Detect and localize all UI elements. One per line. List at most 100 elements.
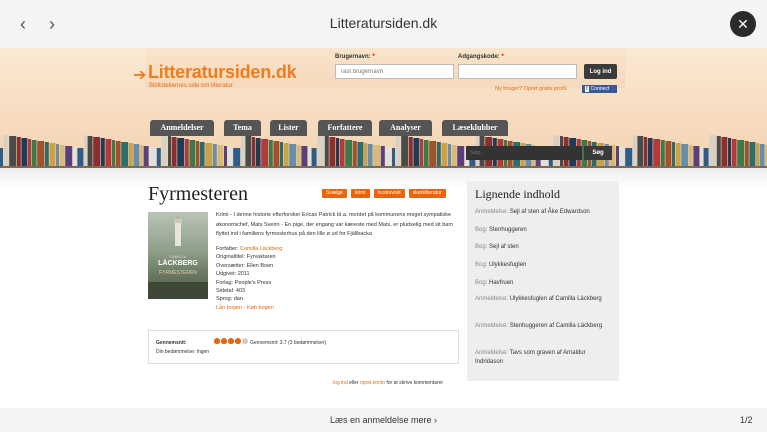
buy-link[interactable]: Køb bogen [247, 305, 274, 311]
tab-1[interactable]: Tema [224, 120, 261, 136]
rating-stars[interactable] [214, 338, 248, 344]
related-item[interactable]: Anmeldelse: Stenhuggeren af Camilla Läck… [475, 322, 613, 331]
star-icon[interactable] [242, 338, 248, 344]
related-item-kind: Bog: [475, 280, 488, 286]
related-item-title: Ulykkesfuglen af Camilla Läckberg [509, 296, 602, 302]
meta-row: Originaltitel: Fyrvaktaren [216, 253, 282, 261]
cover-author: LÄCKBERG [158, 260, 198, 267]
star-icon[interactable] [214, 338, 220, 344]
create-account-link[interactable]: opret konto [360, 380, 385, 386]
password-input[interactable] [458, 64, 577, 79]
star-icon[interactable] [235, 338, 241, 344]
related-item-kind: Bog: [475, 262, 488, 268]
meta-row: Oversætter: Ellen Boen [216, 262, 282, 270]
login-link[interactable]: log ind [333, 380, 348, 386]
site-logo[interactable]: Litteratursiden.dk [148, 62, 297, 83]
meta-row: Sprog: dan [216, 295, 282, 303]
facebook-connect-button[interactable]: f Connect [582, 85, 617, 93]
viewer-top-bar: ‹ › Litteratursiden.dk ✕ [0, 0, 767, 48]
related-item[interactable]: Bog: Havfruen [475, 279, 613, 288]
related-item-kind: Anmeldelse: [475, 296, 509, 302]
tab-0[interactable]: Anmeldelser [150, 120, 214, 136]
tab-4[interactable]: Analyser [379, 120, 432, 136]
borrow-link[interactable]: Lån bogen [216, 305, 242, 311]
app-root: ‹ › Litteratursiden.dk ✕ ➔ Litteratursid… [0, 0, 767, 432]
related-item[interactable]: Anmeldelse: Ulykkesfuglen af Camilla Läc… [475, 295, 613, 304]
meta-row: Sidetal: 403 [216, 287, 282, 295]
meta-row: Forfatter: Camilla Läckberg [216, 245, 282, 253]
related-item[interactable]: Bog: Sejl af sten [475, 243, 613, 252]
related-item[interactable]: Anmeldelse: Tavs som graven af Arnaldur … [475, 349, 613, 367]
meta-label: Forfatter: [216, 246, 239, 252]
meta-row: Forlag: People's Press [216, 279, 282, 287]
book-meta: Forfatter: Camilla Läckberg Originaltitel… [216, 245, 282, 312]
close-icon[interactable]: ✕ [730, 11, 756, 37]
meta-row: Udgivet: 2011 [216, 270, 282, 278]
tab-5[interactable]: Læseklubber [442, 120, 508, 136]
sidebar-title: Lignende indhold [475, 187, 560, 201]
meta-value: 403 [235, 288, 246, 295]
rating-box: Gennemsnit: Gennemsnit: 3.7 (3 bedømmels… [148, 330, 459, 364]
rating-label: Gennemsnit: [156, 340, 187, 346]
related-item-kind: Anmeldelse: [475, 323, 509, 329]
book-cover[interactable]: CAMILLA LÄCKBERG FYRMESTEREN [148, 212, 208, 299]
related-item-kind: Bog: [475, 227, 488, 233]
username-input[interactable] [335, 64, 454, 79]
related-item-kind: Anmeldelse: [475, 209, 509, 215]
site-header: ➔ Litteratursiden.dk Bibliotekernes side… [0, 48, 767, 168]
login-button[interactable]: Log ind [584, 64, 617, 79]
logo-arrow-icon: ➔ [133, 67, 147, 84]
meta-value: dan [233, 296, 243, 303]
tag-badge[interactable]: hustrevold [373, 189, 405, 198]
related-item-title: Stenhuggeren af Camilla Läckberg [509, 323, 603, 329]
password-label: Adgangskode: * [458, 54, 504, 60]
related-sidebar: Lignende indhold Anmeldelse: Sejl af ste… [467, 181, 619, 381]
tag-badge[interactable]: Svælge [322, 189, 347, 198]
facebook-connect-label: Connect [590, 86, 610, 92]
star-icon[interactable] [228, 338, 234, 344]
meta-label: Oversætter: [216, 262, 246, 269]
related-item[interactable]: Bog: Stenhuggeren [475, 226, 613, 235]
viewer-bottom-bar: Læs en anmeldelse mere › 1/2 [0, 408, 767, 432]
site-tagline: Bibliotekernes side om litteratur [149, 83, 233, 89]
tab-3[interactable]: Forfattere [318, 120, 372, 136]
username-label: Brugernavn: * [335, 54, 375, 60]
related-item-title: Ulykkesfuglen [489, 262, 527, 268]
page-counter: 1/2 [740, 415, 753, 425]
cover-firstname: CAMILLA [169, 254, 187, 259]
meta-label: Sprog: [216, 296, 233, 303]
related-item-title: Sejl af sten af Åke Edwardson [509, 209, 590, 215]
tag-list: Svælge krimi hustrevold skønlitteratur [322, 189, 446, 198]
related-item[interactable]: Bog: Ulykkesfuglen [475, 261, 613, 270]
tag-badge[interactable]: skønlitteratur [408, 189, 446, 198]
meta-label: Sidetal: [216, 288, 235, 295]
search-button[interactable]: Søg [584, 146, 612, 160]
facebook-icon: f [585, 86, 589, 92]
meta-value: People's Press [234, 279, 272, 286]
tab-2[interactable]: Lister [270, 120, 307, 136]
borrow-buy-links: Lån bogen - Køb bogen [216, 304, 282, 312]
related-item[interactable]: Anmeldelse: Sejl af sten af Åke Edwardso… [475, 208, 613, 217]
meta-label: Forlag: [216, 279, 234, 286]
related-item-kind: Bog: [475, 244, 488, 250]
related-item-title: Havfruen [489, 280, 514, 286]
related-item-title: Sejl af sten [489, 244, 519, 250]
meta-value[interactable]: Camilla Läckberg [240, 246, 283, 252]
meta-value: 2011 [237, 271, 250, 278]
comment-note-middle: eller [347, 380, 360, 386]
your-rating: Din bedømmelse: Ingen [156, 349, 210, 355]
comment-note: log ind eller opret konto for at skrive … [333, 380, 443, 386]
read-another-review-link[interactable]: Læs en anmeldelse mere › [0, 415, 767, 425]
new-user-link[interactable]: Ny bruger? Opret gratis profil. [495, 86, 567, 92]
meta-label: Udgivet: [216, 271, 237, 278]
page-title: Fyrmesteren [148, 183, 248, 205]
tag-badge[interactable]: krimi [350, 189, 370, 198]
related-item-title: Stenhuggeren [489, 227, 527, 233]
viewer-title: Litteratursiden.dk [329, 15, 438, 31]
star-icon[interactable] [221, 338, 227, 344]
cover-title: FYRMESTEREN [159, 270, 197, 276]
meta-label: Originaltitel: [216, 254, 246, 261]
meta-value: Ellen Boen [246, 262, 274, 269]
rating-average: Gennemsnit: 3.7 (3 bedømmelser) [250, 340, 327, 346]
search-input[interactable] [466, 146, 582, 160]
